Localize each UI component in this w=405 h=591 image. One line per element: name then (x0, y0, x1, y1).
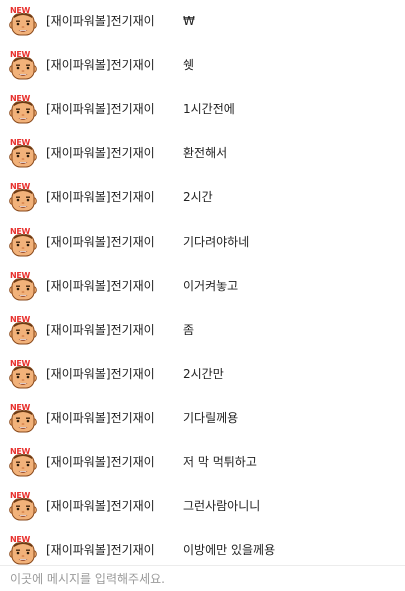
new-badge: NEW (10, 359, 31, 368)
chat-message-row: NEW [재이파워볼]전기재이 이방에만 있을께용 (0, 535, 405, 565)
new-member-face-icon[interactable]: NEW (9, 535, 37, 565)
new-badge: NEW (10, 271, 31, 280)
sender-nickname[interactable]: [재이파워볼]전기재이 (46, 101, 155, 117)
face-icon (9, 277, 37, 301)
message-text: 그런사람아니니 (183, 499, 261, 513)
message-text: 2시간 (183, 190, 213, 204)
message-input[interactable] (0, 566, 405, 591)
new-member-face-icon[interactable]: NEW (9, 227, 37, 257)
new-badge: NEW (10, 403, 31, 412)
new-member-face-icon[interactable]: NEW (9, 447, 37, 477)
message-text: 쉣 (183, 58, 195, 72)
chat-message-row: NEW [재이파워볼]전기재이 기다릴께용 (0, 403, 405, 433)
new-member-face-icon[interactable]: NEW (9, 403, 37, 433)
new-badge: NEW (10, 315, 31, 324)
new-badge: NEW (10, 6, 31, 15)
sender-nickname[interactable]: [재이파워볼]전기재이 (46, 542, 155, 558)
chat-message-row: NEW [재이파워볼]전기재이 기다려야하네 (0, 227, 405, 257)
new-badge: NEW (10, 227, 31, 236)
new-member-face-icon[interactable]: NEW (9, 138, 37, 168)
new-member-face-icon[interactable]: NEW (9, 271, 37, 301)
new-badge: NEW (10, 447, 31, 456)
new-member-face-icon[interactable]: NEW (9, 491, 37, 521)
chat-message-row: NEW [재이파워볼]전기재이 그런사람아니니 (0, 491, 405, 521)
face-icon (9, 188, 37, 212)
face-icon (9, 453, 37, 477)
new-member-face-icon[interactable]: NEW (9, 315, 37, 345)
new-badge: NEW (10, 182, 31, 191)
face-icon (9, 100, 37, 124)
chat-message-row: NEW [재이파워볼]전기재이 저 막 먹튀하고 (0, 447, 405, 477)
new-member-face-icon[interactable]: NEW (9, 359, 37, 389)
chat-message-row: NEW [재이파워볼]전기재이 2시간만 (0, 359, 405, 389)
sender-nickname[interactable]: [재이파워볼]전기재이 (46, 278, 155, 294)
message-text: 기다릴께용 (183, 411, 239, 425)
new-badge: NEW (10, 535, 31, 544)
sender-nickname[interactable]: [재이파워볼]전기재이 (46, 57, 155, 73)
chat-message-row: NEW [재이파워볼]전기재이 쉣 (0, 50, 405, 80)
new-member-face-icon[interactable]: NEW (9, 182, 37, 212)
face-icon (9, 233, 37, 257)
sender-nickname[interactable]: [재이파워볼]전기재이 (46, 322, 155, 338)
sender-nickname[interactable]: [재이파워볼]전기재이 (46, 366, 155, 382)
face-icon (9, 321, 37, 345)
new-badge: NEW (10, 50, 31, 59)
message-text: ₩ (183, 14, 195, 28)
new-member-face-icon[interactable]: NEW (9, 94, 37, 124)
face-icon (9, 541, 37, 565)
message-text: 이방에만 있을께용 (183, 543, 276, 557)
sender-nickname[interactable]: [재이파워볼]전기재이 (46, 410, 155, 426)
face-icon (9, 365, 37, 389)
new-member-face-icon[interactable]: NEW (9, 50, 37, 80)
sender-nickname[interactable]: [재이파워볼]전기재이 (46, 498, 155, 514)
sender-nickname[interactable]: [재이파워볼]전기재이 (46, 189, 155, 205)
message-text: 좀 (183, 323, 195, 337)
new-member-face-icon[interactable]: NEW (9, 6, 37, 36)
new-badge: NEW (10, 491, 31, 500)
chat-message-row: NEW [재이파워볼]전기재이 1시간전에 (0, 94, 405, 124)
message-text: 기다려야하네 (183, 235, 250, 249)
sender-nickname[interactable]: [재이파워볼]전기재이 (46, 454, 155, 470)
face-icon (9, 12, 37, 36)
chat-message-row: NEW [재이파워볼]전기재이 ₩ (0, 6, 405, 36)
chat-log[interactable]: NEW [재이파워볼]전기재이 ₩ NEW [재이파워볼]전기재이 쉣 NEW [재이파워볼]… (0, 0, 405, 567)
sender-nickname[interactable]: [재이파워볼]전기재이 (46, 13, 155, 29)
face-icon (9, 144, 37, 168)
message-text: 이거켜놓고 (183, 279, 239, 293)
chat-message-row: NEW [재이파워볼]전기재이 이거켜놓고 (0, 271, 405, 301)
new-badge: NEW (10, 138, 31, 147)
message-text: 환전해서 (183, 146, 228, 160)
message-composer (0, 566, 405, 591)
chat-message-row: NEW [재이파워볼]전기재이 환전해서 (0, 138, 405, 168)
sender-nickname[interactable]: [재이파워볼]전기재이 (46, 234, 155, 250)
message-text: 1시간전에 (183, 102, 235, 116)
new-badge: NEW (10, 94, 31, 103)
message-text: 저 막 먹튀하고 (183, 455, 257, 469)
chat-message-row: NEW [재이파워볼]전기재이 2시간 (0, 182, 405, 212)
chat-panel: NEW [재이파워볼]전기재이 ₩ NEW [재이파워볼]전기재이 쉣 NEW [재이파워볼]… (0, 0, 405, 591)
face-icon (9, 497, 37, 521)
chat-message-row: NEW [재이파워볼]전기재이 좀 (0, 315, 405, 345)
message-text: 2시간만 (183, 367, 224, 381)
face-icon (9, 409, 37, 433)
sender-nickname[interactable]: [재이파워볼]전기재이 (46, 145, 155, 161)
face-icon (9, 56, 37, 80)
